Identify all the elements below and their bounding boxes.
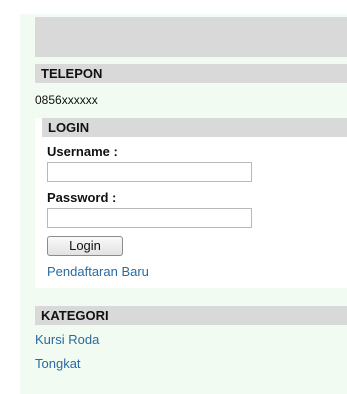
telepon-number: 0856xxxxxx xyxy=(35,93,98,107)
username-input[interactable] xyxy=(47,162,252,182)
username-label: Username : xyxy=(47,144,118,159)
kategori-item-kursi-roda[interactable]: Kursi Roda xyxy=(35,332,99,347)
top-banner xyxy=(35,17,347,57)
register-link[interactable]: Pendaftaran Baru xyxy=(47,264,149,279)
kategori-header: KATEGORI xyxy=(35,306,347,325)
password-label: Password : xyxy=(47,190,117,205)
password-input[interactable] xyxy=(47,208,252,228)
login-button[interactable]: Login xyxy=(47,236,123,256)
kategori-item-tongkat[interactable]: Tongkat xyxy=(35,356,81,371)
telepon-header: TELEPON xyxy=(35,64,347,83)
login-header: LOGIN xyxy=(42,118,347,137)
